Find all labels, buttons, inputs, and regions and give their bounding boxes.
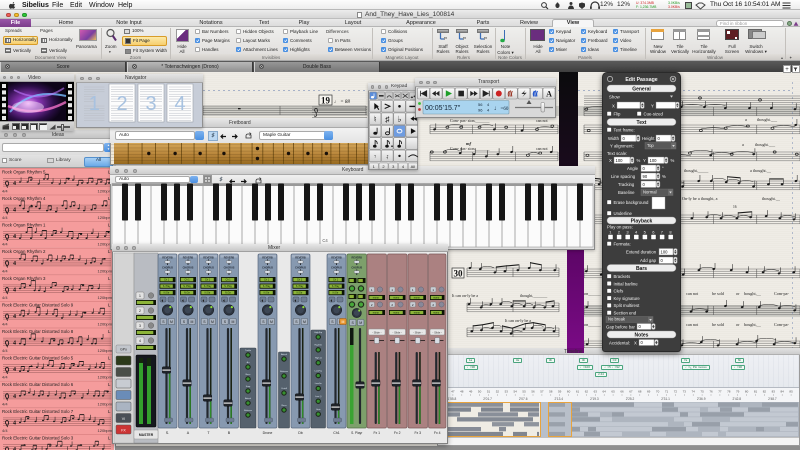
svg-text:%: % xyxy=(671,158,675,163)
svg-text:Initial barline: Initial barline xyxy=(614,281,639,286)
svg-text:Playback: Playback xyxy=(631,218,653,224)
svg-text:Y alignment:: Y alignment: xyxy=(610,144,634,149)
svg-text:Section end: Section end xyxy=(614,311,637,316)
svg-text:Height: Height xyxy=(642,136,655,141)
svg-text:X: X xyxy=(634,341,637,346)
svg-text:X: X xyxy=(612,104,615,109)
svg-text:1: 1 xyxy=(609,230,612,235)
svg-text:Line spacing: Line spacing xyxy=(611,174,636,179)
svg-text:Text: Text xyxy=(637,120,647,126)
svg-text:Cue-sized: Cue-sized xyxy=(644,112,664,117)
svg-text:90: 90 xyxy=(643,174,648,179)
svg-text:4: 4 xyxy=(635,230,638,235)
svg-text:Edit Passage: Edit Passage xyxy=(625,77,657,83)
svg-text:Erase background: Erase background xyxy=(614,200,649,205)
svg-text:8: 8 xyxy=(669,230,672,235)
svg-text:Brackets: Brackets xyxy=(614,274,631,279)
svg-text:Baseline: Baseline xyxy=(618,190,635,195)
svg-text:Angle: Angle xyxy=(627,166,639,171)
svg-text:6: 6 xyxy=(652,230,655,235)
svg-text:5: 5 xyxy=(644,230,647,235)
svg-text:Flip: Flip xyxy=(614,112,622,117)
svg-text:Gap before bar: Gap before bar xyxy=(606,325,635,330)
svg-text:Text frame:: Text frame: xyxy=(614,128,635,133)
svg-text:3: 3 xyxy=(626,230,629,235)
svg-text:General: General xyxy=(632,86,651,92)
svg-text:7: 7 xyxy=(661,230,664,235)
svg-text:%: % xyxy=(662,174,666,179)
svg-text:Show: Show xyxy=(609,95,621,100)
svg-text:Accidental:: Accidental: xyxy=(609,341,630,346)
svg-text:Bars: Bars xyxy=(636,266,647,272)
svg-text:Y: Y xyxy=(651,104,654,109)
svg-text:X: X xyxy=(609,158,612,163)
svg-text:Underline: Underline xyxy=(614,211,633,216)
svg-text:Extend duration: Extend duration xyxy=(626,250,657,255)
svg-text:Clefs: Clefs xyxy=(614,289,624,294)
svg-text:Tracking: Tracking xyxy=(618,182,635,187)
svg-text:%: % xyxy=(637,158,641,163)
svg-text:Top: Top xyxy=(647,143,654,148)
svg-text:Notes: Notes xyxy=(635,332,649,338)
svg-text:Y: Y xyxy=(643,158,646,163)
svg-text:Split multirest: Split multirest xyxy=(614,303,641,308)
svg-text:Normal: Normal xyxy=(643,190,657,195)
svg-text:Fermata:: Fermata: xyxy=(614,242,631,247)
svg-text:Add gap: Add gap xyxy=(640,258,657,263)
svg-text:100: 100 xyxy=(616,158,624,163)
svg-text:°: ° xyxy=(662,166,664,171)
svg-text:2: 2 xyxy=(618,230,621,235)
svg-text:100: 100 xyxy=(661,249,669,254)
svg-text:100: 100 xyxy=(650,158,658,163)
svg-text:Width: Width xyxy=(608,136,620,141)
svg-text:Text scale:: Text scale: xyxy=(607,151,627,156)
svg-text:No break: No break xyxy=(608,317,626,322)
svg-text:Key signature: Key signature xyxy=(614,296,641,301)
